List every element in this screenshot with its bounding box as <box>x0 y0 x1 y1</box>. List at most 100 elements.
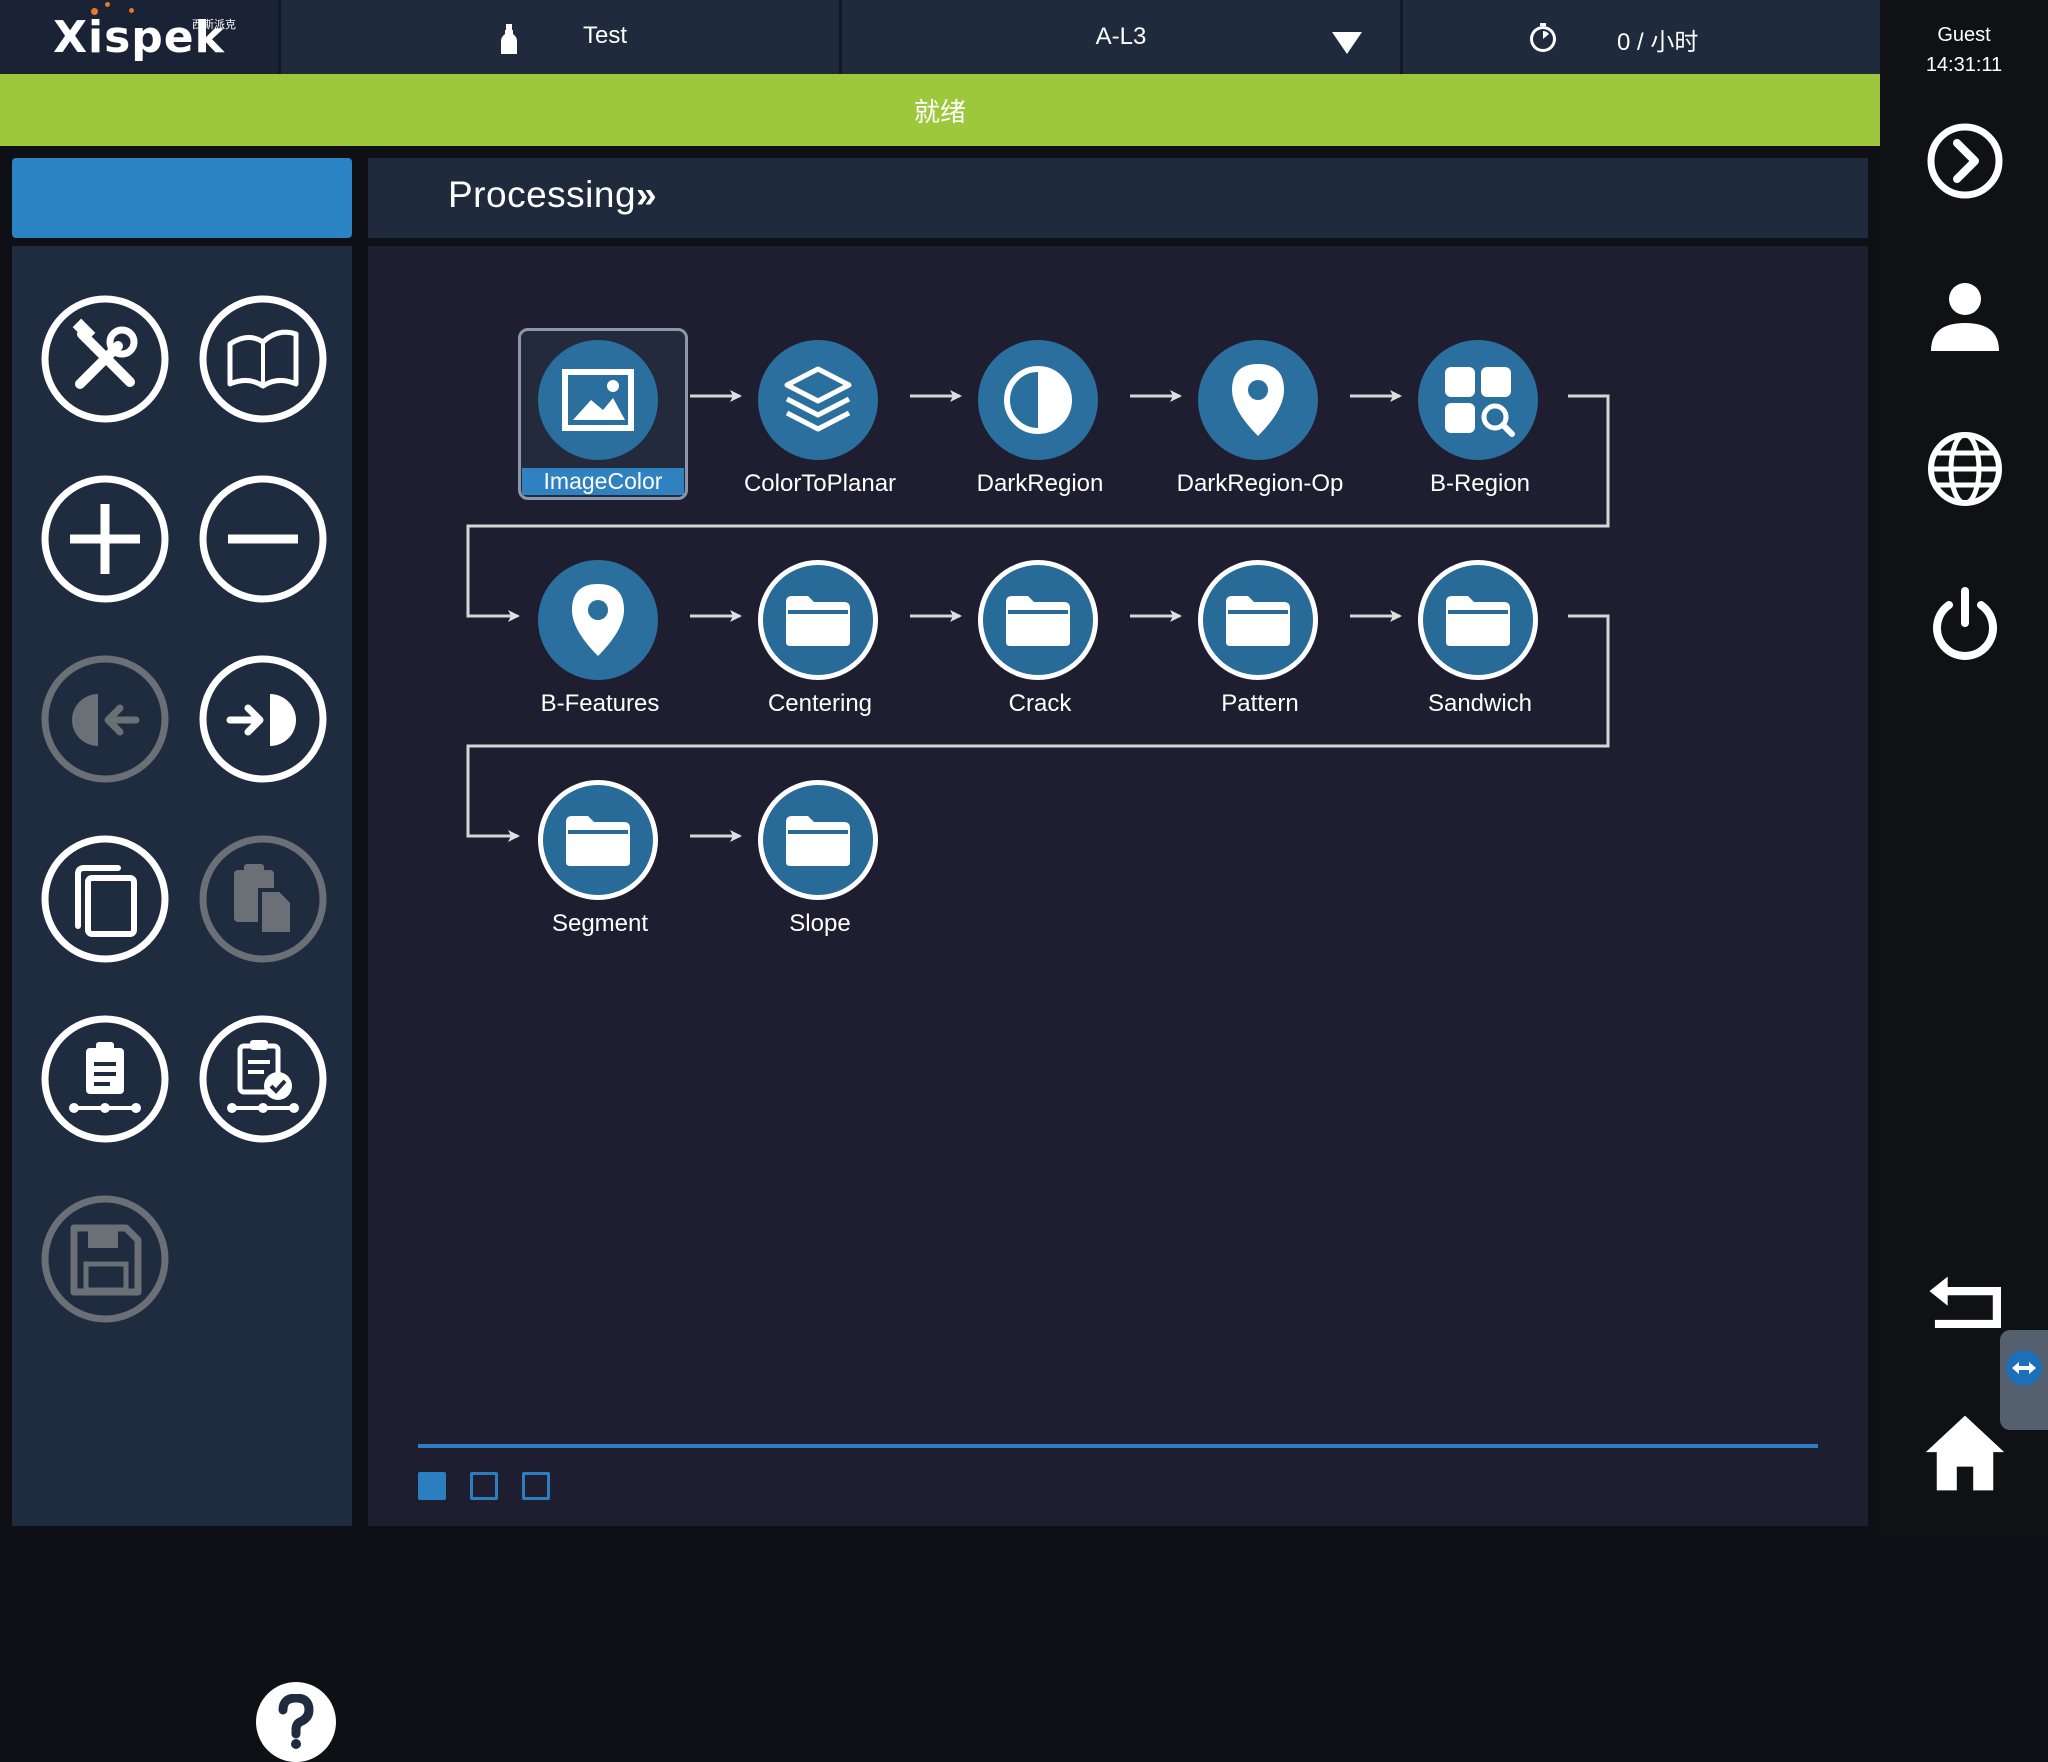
status-text: 就绪 <box>913 96 966 127</box>
recipe-selector[interactable]: Test <box>281 0 842 74</box>
node-label: Sandwich <box>1427 690 1533 717</box>
language-button[interactable] <box>1924 428 2006 510</box>
node-icon-circle <box>538 340 658 460</box>
globe-icon <box>1928 432 2002 506</box>
question-icon <box>278 1694 314 1749</box>
flow-verify-button[interactable] <box>198 1014 328 1144</box>
flow-node-imagecolor[interactable]: ImageColor <box>500 328 700 500</box>
image-icon <box>562 369 634 431</box>
flow-node-slope[interactable]: Slope <box>720 770 920 940</box>
node-icon-circle <box>758 780 878 900</box>
help-button[interactable] <box>256 1682 336 1762</box>
pager-divider <box>418 1444 1818 1448</box>
rate-text: 0 / 小时 <box>1617 29 1699 56</box>
caret-down-icon <box>1332 32 1362 54</box>
flow-node-b-region[interactable]: B-Region <box>1380 330 1580 500</box>
node-icon-circle <box>978 560 1098 680</box>
move-left-icon <box>41 655 169 783</box>
half-circle-icon <box>1004 366 1072 434</box>
chevron-right-circle-icon <box>1927 123 2003 199</box>
flow-node-centering[interactable]: Centering <box>720 550 920 720</box>
flow-node-segment[interactable]: Segment <box>500 770 700 940</box>
node-label: Slope <box>789 910 851 937</box>
node-icon-circle <box>1198 560 1318 680</box>
folder-icon <box>1006 596 1070 646</box>
main-header: Processing» <box>368 158 1868 238</box>
folder-icon <box>566 816 630 866</box>
flow-node-colortoplanar[interactable]: ColorToPlanar <box>720 330 920 500</box>
grid-search-icon <box>1445 367 1515 437</box>
bottle-icon <box>501 24 517 54</box>
flow-report-button[interactable] <box>40 1014 170 1144</box>
node-label: ImageColor <box>522 468 684 495</box>
paste-button[interactable] <box>198 834 328 964</box>
page-indicator-3[interactable] <box>522 1472 550 1500</box>
recipe-name: Test <box>583 22 628 49</box>
page-indicator-2[interactable] <box>470 1472 498 1500</box>
next-button[interactable] <box>1924 120 2006 202</box>
node-icon-circle <box>538 780 658 900</box>
move-left-button[interactable] <box>40 654 170 784</box>
remote-icon <box>2006 1350 2042 1386</box>
node-icon-circle <box>758 560 878 680</box>
line-name: A-L3 <box>1095 23 1147 50</box>
layers-icon <box>784 366 852 432</box>
home-button[interactable] <box>1924 1412 2006 1494</box>
folder-icon <box>1446 596 1510 646</box>
user-name: Guest <box>1937 24 1991 46</box>
node-icon-circle <box>538 560 658 680</box>
flow-node-sandwich[interactable]: Sandwich <box>1380 550 1580 720</box>
logo-cell: Xispek 西斯派克 <box>0 0 281 74</box>
user-icon <box>1931 283 1999 351</box>
clipboard-flow-icon <box>41 1015 169 1143</box>
breadcrumb-chevron-icon: » <box>636 174 658 215</box>
power-button[interactable] <box>1924 584 2006 666</box>
flow-node-pattern[interactable]: Pattern <box>1160 550 1360 720</box>
save-icon <box>41 1195 169 1323</box>
flow-node-darkregion[interactable]: DarkRegion <box>940 330 1140 500</box>
clipboard-check-icon <box>199 1015 327 1143</box>
flow-node-crack[interactable]: Crack <box>940 550 1140 720</box>
tools-icon <box>41 295 169 423</box>
move-right-button[interactable] <box>198 654 328 784</box>
right-rail: Guest 14:31:11 <box>1880 0 2048 1536</box>
node-icon-circle <box>1418 560 1538 680</box>
status-bar: 就绪 <box>0 74 1880 146</box>
copy-button[interactable] <box>40 834 170 964</box>
folder-icon <box>786 816 850 866</box>
power-icon <box>1933 587 1997 660</box>
node-icon-circle <box>1198 340 1318 460</box>
folder-icon <box>786 596 850 646</box>
manual-button[interactable] <box>198 294 328 424</box>
back-button[interactable] <box>1924 1262 2006 1344</box>
move-right-icon <box>199 655 327 783</box>
remove-step-button[interactable] <box>198 474 328 604</box>
user-button[interactable] <box>1924 274 2006 356</box>
tool-panel <box>12 246 352 1762</box>
location-pin-icon <box>572 584 624 656</box>
paste-icon <box>199 835 327 963</box>
stopwatch-icon <box>1530 23 1556 52</box>
left-panel-tab[interactable] <box>12 158 352 238</box>
logo-subtext: 西斯派克 <box>192 19 236 31</box>
home-icon <box>1925 1415 2005 1491</box>
page-title: Processing» <box>448 174 657 216</box>
rate-display: 0 / 小时 <box>1403 0 1880 74</box>
remote-support-tab[interactable] <box>2000 1330 2048 1430</box>
flow-node-darkregion-op[interactable]: DarkRegion-Op <box>1160 330 1360 500</box>
plus-icon <box>41 475 169 603</box>
folder-icon <box>1226 596 1290 646</box>
line-dropdown[interactable]: A-L3 <box>842 0 1403 74</box>
top-bar: Xispek 西斯派克 Test A-L3 0 / 小时 <box>0 0 1880 74</box>
add-step-button[interactable] <box>40 474 170 604</box>
save-button[interactable] <box>40 1194 170 1324</box>
flow-node-b-features[interactable]: B-Features <box>500 550 700 720</box>
current-time: 14:31:11 <box>1925 54 2003 76</box>
page-title-text: Processing <box>448 174 637 215</box>
settings-tool-button[interactable] <box>40 294 170 424</box>
node-icon-circle <box>758 340 878 460</box>
page-indicator-1[interactable] <box>418 1472 446 1500</box>
minus-icon <box>199 475 327 603</box>
node-label: B-Region <box>1429 470 1531 497</box>
back-icon <box>1929 1276 2001 1329</box>
